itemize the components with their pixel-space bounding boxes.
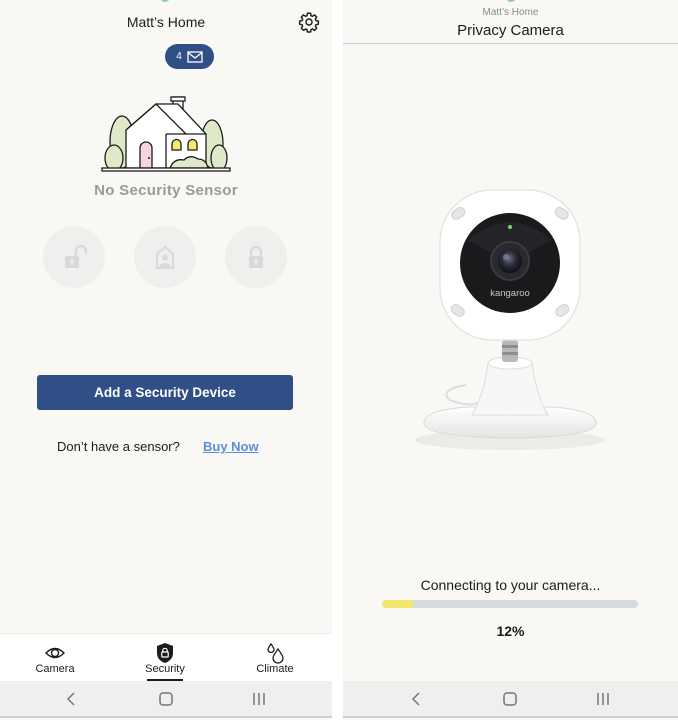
message-count: 4 bbox=[176, 51, 182, 62]
recents-icon bbox=[253, 693, 265, 705]
privacy-camera-screen: Matt’s Home Privacy Camera kangaroo Conn… bbox=[343, 0, 678, 720]
messages-badge[interactable]: 4 bbox=[165, 44, 214, 69]
away-mode-button[interactable] bbox=[225, 226, 287, 288]
recents-icon bbox=[597, 693, 609, 705]
house-person-icon bbox=[156, 245, 174, 269]
tab-climate[interactable]: Climate bbox=[220, 634, 330, 682]
camera-product-image: kangaroo bbox=[415, 189, 605, 450]
home-square-icon bbox=[503, 692, 517, 706]
status-indicator bbox=[506, 0, 516, 2]
system-home-button[interactable] bbox=[154, 689, 178, 709]
system-nav-bar bbox=[343, 681, 678, 718]
system-back-button[interactable] bbox=[60, 689, 84, 709]
bottom-nav: Camera Security Climate bbox=[0, 633, 332, 682]
status-indicator bbox=[160, 0, 170, 2]
disarm-mode-button[interactable] bbox=[43, 226, 105, 288]
unlocked-padlock-icon bbox=[65, 244, 88, 268]
house-illustration bbox=[101, 96, 231, 172]
no-sensor-question: Don’t have a sensor? bbox=[57, 439, 180, 454]
system-back-button[interactable] bbox=[405, 689, 429, 709]
system-home-button[interactable] bbox=[498, 689, 522, 709]
add-security-device-button[interactable]: Add a Security Device bbox=[37, 375, 293, 410]
eye-icon bbox=[45, 647, 65, 659]
gear-icon bbox=[298, 12, 320, 33]
system-nav-bar bbox=[0, 681, 332, 718]
tab-climate-label: Climate bbox=[256, 663, 294, 675]
tab-camera-label: Camera bbox=[35, 663, 75, 675]
security-status-text: No Security Sensor bbox=[94, 182, 238, 199]
system-recents-button[interactable] bbox=[247, 689, 271, 709]
page-title: Privacy Camera bbox=[457, 22, 564, 39]
locked-padlock-icon bbox=[249, 245, 263, 268]
tab-security[interactable]: Security bbox=[110, 634, 220, 682]
security-screen: Matt’s Home 4 No Security Sensor Add a S… bbox=[0, 0, 332, 720]
camera-brand-label: kangaroo bbox=[490, 288, 530, 299]
shield-lock-icon bbox=[157, 643, 173, 663]
home-title: Matt’s Home bbox=[126, 14, 206, 30]
tab-camera[interactable]: Camera bbox=[0, 634, 110, 682]
connection-progress-bar bbox=[382, 600, 638, 608]
back-chevron-icon bbox=[66, 692, 75, 706]
envelope-icon bbox=[187, 50, 203, 63]
home-subtitle: Matt’s Home bbox=[482, 7, 539, 18]
settings-button[interactable] bbox=[298, 11, 320, 33]
home-square-icon bbox=[159, 692, 173, 706]
progress-percent: 12% bbox=[496, 623, 525, 639]
progress-fill bbox=[382, 600, 413, 608]
system-recents-button[interactable] bbox=[591, 689, 615, 709]
back-chevron-icon bbox=[411, 692, 420, 706]
header-divider bbox=[343, 43, 678, 44]
connecting-status: Connecting to your camera... bbox=[420, 577, 601, 593]
tab-security-label: Security bbox=[145, 663, 185, 675]
water-drops-icon bbox=[267, 642, 284, 664]
home-mode-button[interactable] bbox=[134, 226, 196, 288]
buy-now-link[interactable]: Buy Now bbox=[203, 439, 259, 454]
